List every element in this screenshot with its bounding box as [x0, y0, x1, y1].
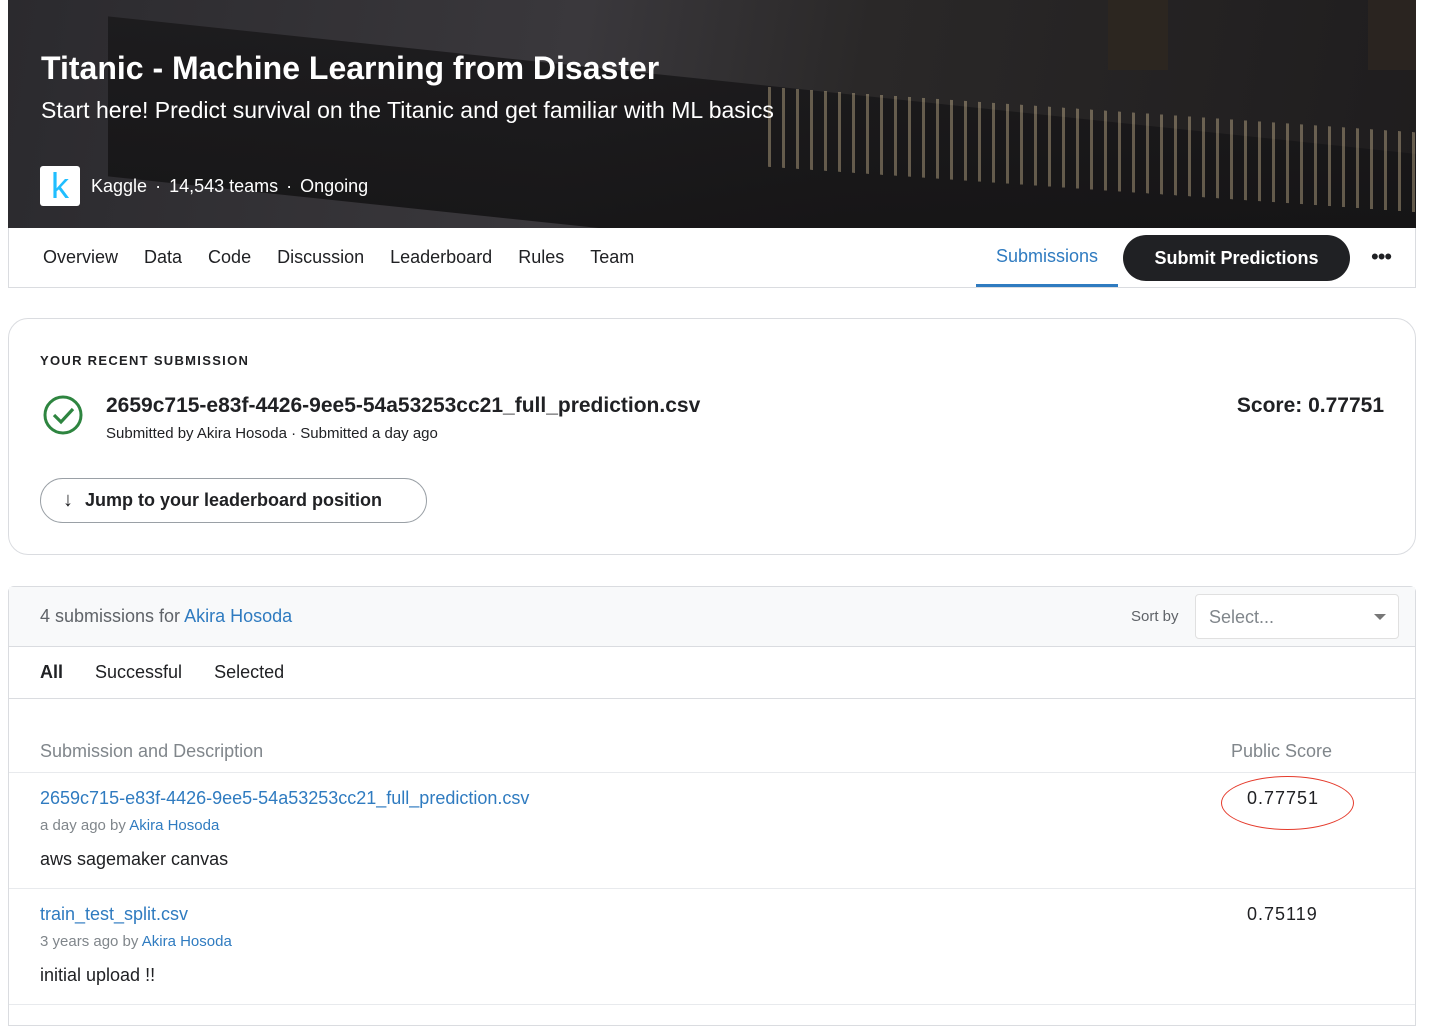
filter-tabs: All Successful Selected [9, 647, 1415, 699]
submission-file-link[interactable]: 2659c715-e83f-4426-9ee5-54a53253cc21_ful… [40, 788, 529, 809]
table-header: Submission and Description Public Score [9, 699, 1415, 773]
section-label: YOUR RECENT SUBMISSION [40, 353, 250, 368]
tab-code[interactable]: Code [208, 247, 251, 268]
table-row: 2659c715-e83f-4426-9ee5-54a53253cc21_ful… [9, 773, 1415, 889]
filter-all[interactable]: All [40, 662, 63, 683]
arrow-down-icon: ↓ [63, 489, 73, 511]
success-check-icon [43, 395, 83, 435]
competition-title: Titanic - Machine Learning from Disaster [41, 50, 660, 86]
submit-predictions-button[interactable]: Submit Predictions [1123, 235, 1350, 281]
tab-data[interactable]: Data [144, 247, 182, 268]
tab-discussion[interactable]: Discussion [277, 247, 364, 268]
more-options-icon[interactable]: ••• [1371, 244, 1392, 270]
tab-overview[interactable]: Overview [43, 247, 118, 268]
filter-successful[interactable]: Successful [95, 662, 182, 683]
jump-to-leaderboard-button[interactable]: ↓ Jump to your leaderboard position [40, 478, 427, 523]
submission-description: aws sagemaker canvas [40, 849, 229, 869]
table-row: train_test_split.csv 3 years ago by Akir… [9, 889, 1415, 1005]
public-score: 0.75119 [1247, 904, 1318, 924]
host-name[interactable]: Kaggle [91, 176, 147, 197]
tab-leaderboard[interactable]: Leaderboard [390, 247, 492, 268]
competition-nav: Overview Data Code Discussion Leaderboar… [8, 228, 1416, 288]
user-link[interactable]: Akira Hosoda [142, 933, 232, 950]
tab-team[interactable]: Team [590, 247, 634, 268]
tab-rules[interactable]: Rules [518, 247, 564, 268]
filter-selected[interactable]: Selected [214, 662, 284, 683]
submission-file-link[interactable]: train_test_split.csv [40, 904, 188, 925]
competition-status: Ongoing [300, 175, 369, 196]
recent-submission-card: YOUR RECENT SUBMISSION 2659c715-e83f-442… [8, 318, 1416, 555]
tab-submissions[interactable]: Submissions [976, 228, 1119, 287]
competition-subtitle: Start here! Predict survival on the Tita… [41, 97, 774, 123]
chevron-down-icon [1374, 614, 1386, 620]
submissions-list: 4 submissions for Akira Hosoda Sort by S… [8, 586, 1416, 1026]
public-score: 0.77751 [1247, 788, 1320, 808]
submission-description: initial upload !! [40, 965, 156, 985]
submission-filename: 2659c715-e83f-4426-9ee5-54a53253cc21_ful… [106, 394, 701, 417]
submission-info: Submitted by Akira Hosoda · Submitted a … [106, 425, 438, 442]
team-count: 14,543 teams [169, 175, 279, 196]
competition-meta: k Kaggle · 14,543 teams · Ongoing [40, 166, 368, 206]
sort-label: Sort by [1131, 608, 1179, 625]
competition-header: Titanic - Machine Learning from Disaster… [8, 0, 1416, 228]
kaggle-logo: k [40, 166, 80, 206]
user-link[interactable]: Akira Hosoda [129, 817, 219, 834]
user-link[interactable]: Akira Hosoda [184, 606, 292, 626]
sort-select[interactable]: Select... [1195, 594, 1399, 639]
submission-score: Score: 0.77751 [1236, 394, 1384, 417]
